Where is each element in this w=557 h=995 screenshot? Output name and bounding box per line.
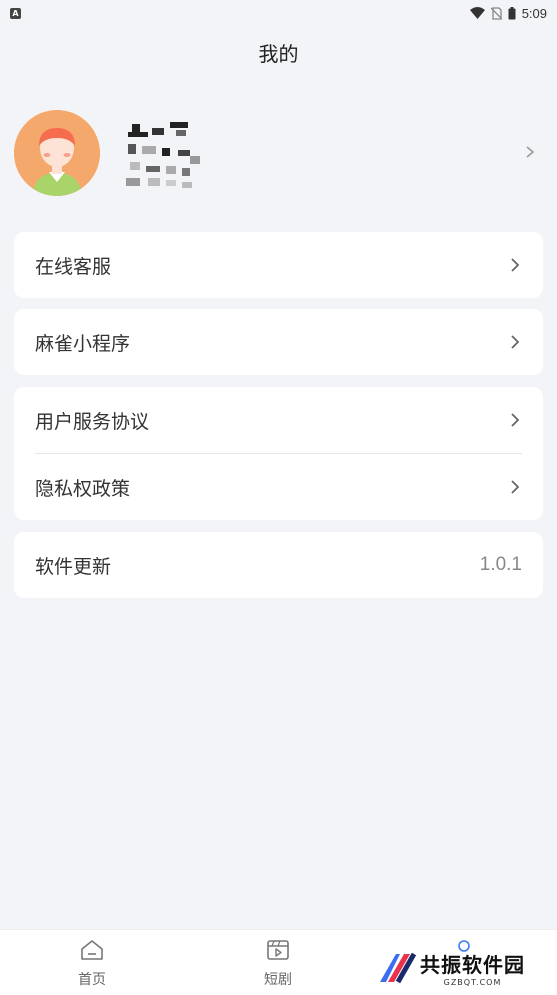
watermark-title: 共振软件园	[420, 953, 525, 977]
menu-item-online-service[interactable]: 在线客服	[14, 232, 543, 298]
menu-item-label: 麻雀小程序	[35, 332, 131, 355]
watermark: 共振软件园 GZBQT.COM	[378, 944, 548, 992]
avatar[interactable]	[14, 110, 100, 196]
status-bar: A 5:09	[0, 0, 557, 26]
menu-card-legal: 用户服务协议 隐私权政策	[14, 387, 543, 520]
profile-card[interactable]	[14, 110, 544, 200]
tab-short-drama[interactable]: 短剧	[238, 938, 318, 989]
watermark-text: 共振软件园 GZBQT.COM	[420, 949, 525, 987]
video-icon	[267, 940, 289, 960]
menu-item-label: 用户服务协议	[35, 410, 150, 433]
menu-item-user-agreement[interactable]: 用户服务协议	[14, 387, 543, 453]
menu-item-software-update[interactable]: 软件更新 1.0.1	[14, 532, 543, 598]
menu-item-label: 隐私权政策	[35, 477, 131, 500]
wifi-icon	[469, 7, 485, 19]
watermark-logo	[380, 952, 416, 984]
menu-item-label: 软件更新	[35, 555, 112, 578]
avatar-illustration	[14, 110, 100, 196]
menu-card-update: 软件更新 1.0.1	[14, 532, 543, 598]
username-pixelated	[118, 116, 218, 196]
chevron-right-icon	[511, 480, 520, 494]
profile-chevron-right-icon	[526, 146, 535, 158]
tab-label: 短剧	[264, 972, 292, 988]
menu-item-privacy-policy[interactable]: 隐私权政策	[14, 454, 543, 520]
status-time: 5:09	[521, 5, 547, 21]
tab-label: 首页	[78, 972, 106, 988]
menu-item-mini-program[interactable]: 麻雀小程序	[14, 309, 543, 375]
chevron-right-icon	[511, 258, 520, 272]
page-title: 我的	[258, 42, 299, 66]
no-sim-icon	[490, 6, 502, 20]
battery-icon	[508, 6, 516, 19]
version-value: 1.0.1	[479, 554, 522, 575]
tab-home[interactable]: 首页	[52, 938, 132, 989]
notification-icon: A	[10, 7, 21, 19]
menu-card-support: 在线客服	[14, 232, 543, 298]
status-right: 5:09	[469, 5, 547, 21]
home-icon	[81, 940, 103, 960]
watermark-subtitle: GZBQT.COM	[443, 978, 502, 987]
menu-card-miniprogram: 麻雀小程序	[14, 309, 543, 375]
menu-item-label: 在线客服	[35, 255, 112, 278]
chevron-right-icon	[511, 413, 520, 427]
chevron-right-icon	[511, 335, 520, 349]
